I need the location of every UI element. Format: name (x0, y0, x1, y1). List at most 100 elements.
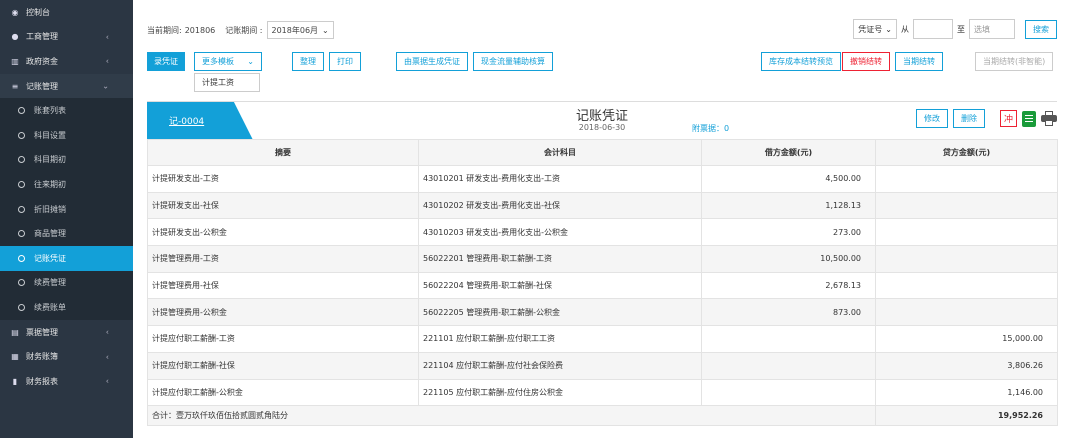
table-row: 计提研发支出-工资 43010201 研发支出-费用化支出-工资 4,500.0… (147, 165, 1058, 193)
sidebar-subitem-label: 账套列表 (34, 106, 66, 116)
sidebar-item-books[interactable]: ▦ 财务账簿 ‹ (0, 344, 133, 369)
column-header: 贷方金额(元) (875, 139, 1058, 166)
generate-from-bills-button[interactable]: 由票据生成凭证 (396, 52, 468, 71)
sidebar-subitem-goods[interactable]: 商品管理 (0, 221, 133, 246)
chevron-left-icon: ‹ (105, 327, 109, 337)
circle-icon (18, 279, 25, 287)
debit-cell: 2,678.13 (701, 271, 876, 300)
sidebar-subitem-renewal[interactable]: 续费管理 (0, 271, 133, 296)
sidebar-item-reports[interactable]: ▮ 财务报表 ‹ (0, 369, 133, 394)
sidebar-subitem-subject-opening[interactable]: 科目期初 (0, 148, 133, 173)
credit-cell (875, 245, 1058, 273)
print-button[interactable]: 打印 (329, 52, 361, 71)
account-cell: 221104 应付职工薪酬-应付社会保险费 (418, 351, 702, 380)
account-cell: 56022204 管理费用-职工薪酬-社保 (418, 271, 702, 300)
sidebar-item-label: 记账管理 (26, 81, 58, 91)
voucher-actions: 修改 删除 冲 (916, 109, 1057, 128)
summary-cell: 计提管理费用-社保 (147, 271, 419, 300)
cash-flow-assist-button[interactable]: 现金流量辅助核算 (473, 52, 553, 71)
sidebar-subitem-account-opening[interactable]: 往来期初 (0, 172, 133, 197)
circle-icon (18, 107, 25, 115)
accounting-period-value: 2018年06月 (271, 25, 319, 35)
debit-cell (701, 351, 876, 380)
credit-cell (875, 271, 1058, 300)
grid-icon: ▦ (11, 352, 19, 362)
organize-button[interactable]: 整理 (292, 52, 324, 71)
search-field-select[interactable]: 凭证号 ⌄ (853, 19, 897, 39)
period-carryover-button[interactable]: 当期结转 (895, 52, 943, 71)
period-carryover-non-smart-button[interactable]: 当期结转(非智能) (975, 52, 1054, 71)
circle-icon (18, 180, 25, 188)
chevron-down-icon: ⌄ (885, 24, 892, 34)
more-templates-button[interactable]: 更多模板 ⌄ (194, 52, 262, 71)
voucher-header: 记-0004 记账凭证 2018-06-30 附票据：0 修改 删除 冲 (147, 101, 1057, 140)
chevron-down-icon: ⌄ (102, 81, 109, 91)
sidebar-item-label: 财务报表 (26, 376, 58, 386)
sidebar-item-dashboard[interactable]: ◉ 控制台 (0, 0, 133, 25)
sidebar-subitem-label: 科目期初 (34, 155, 66, 165)
sidebar-item-label: 控制台 (26, 7, 50, 17)
circle-icon (18, 254, 25, 262)
account-cell: 56022201 管理费用-职工薪酬-工资 (418, 245, 702, 273)
bank-icon: ▥ (11, 56, 19, 66)
account-cell: 43010203 研发支出-费用化支出-公积金 (418, 218, 702, 247)
sidebar-subitem-ledger-list[interactable]: 账套列表 (0, 98, 133, 123)
printer-icon[interactable] (1041, 111, 1057, 126)
sidebar-item-business[interactable]: ● 工商管理 ‹ (0, 25, 133, 50)
total-row: 合计：壹万玖仟玖佰伍拾贰圆贰角陆分 19,952.26 (147, 405, 1058, 427)
sidebar-item-bills[interactable]: ▤ 票据管理 ‹ (0, 320, 133, 345)
summary-cell: 计提应付职工薪酬-工资 (147, 325, 419, 353)
table-row: 计提管理费用-公积金 56022205 管理费用-职工薪酬-公积金 873.00 (147, 298, 1058, 327)
edit-button[interactable]: 修改 (916, 109, 948, 128)
current-period-value: 201806 (184, 25, 216, 35)
chevron-left-icon: ‹ (105, 56, 109, 66)
bar-chart-icon: ▮ (12, 376, 18, 386)
accounting-period-label: 记账期间 : (225, 25, 263, 35)
search-to-input[interactable]: 选填 (969, 19, 1015, 39)
debit-cell (701, 325, 876, 353)
sidebar-item-bookkeeping[interactable]: ≡ 记账管理 ⌄ (0, 73, 133, 99)
voucher-attachments: 附票据：0 (692, 124, 730, 133)
sidebar-subitem-depreciation[interactable]: 折旧摊销 (0, 197, 133, 222)
table-row: 计提应付职工薪酬-社保 221104 应付职工薪酬-应付社会保险费 3,806.… (147, 351, 1058, 380)
sidebar-item-gov-funds[interactable]: ▥ 政府资金 ‹ (0, 49, 133, 74)
sidebar-subitem-subject-settings[interactable]: 科目设置 (0, 123, 133, 148)
excel-export-icon[interactable] (1022, 110, 1036, 127)
account-cell: 221101 应付职工薪酬-应付职工工资 (418, 325, 702, 353)
chevron-down-icon: ⌄ (322, 25, 329, 35)
summary-cell: 计提管理费用-工资 (147, 245, 419, 273)
reverse-icon[interactable]: 冲 (1000, 110, 1017, 127)
voucher-table: 摘要 会计科目 借方金额(元) 贷方金额(元) 计提研发支出-工资 430102… (147, 139, 1058, 427)
circle-p-icon: ● (11, 32, 19, 42)
circle-icon (18, 303, 25, 311)
inventory-cost-preview-button[interactable]: 库存成本结转预览 (761, 52, 841, 71)
card-icon: ▤ (11, 327, 19, 337)
account-cell: 43010201 研发支出-费用化支出-工资 (418, 165, 702, 193)
summary-cell: 计提研发支出-公积金 (147, 218, 419, 247)
record-voucher-button[interactable]: 录凭证 (147, 52, 185, 71)
column-header: 借方金额(元) (701, 139, 876, 166)
list-icon: ≡ (11, 81, 19, 91)
sidebar-item-label: 财务账簿 (26, 352, 58, 362)
cancel-carryover-button[interactable]: 撤销结转 (842, 52, 890, 71)
search-from-input[interactable] (913, 19, 953, 39)
sidebar-subitem-renewal-bills[interactable]: 续费账单 (0, 295, 133, 320)
sidebar: ◉ 控制台 ● 工商管理 ‹ ▥ 政府资金 ‹ ≡ 记账管理 ⌄ 账套列表 科目… (0, 0, 133, 438)
summary-cell: 计提应付职工薪酬-社保 (147, 351, 419, 380)
table-header-row: 摘要 会计科目 借方金额(元) 贷方金额(元) (147, 139, 1058, 166)
sidebar-subitem-label: 续费管理 (34, 278, 66, 288)
sidebar-subitem-vouchers[interactable]: 记账凭证 (0, 245, 133, 271)
debit-cell: 273.00 (701, 218, 876, 247)
circle-icon (18, 230, 25, 238)
templates-dropdown-item[interactable]: 计提工资 (194, 73, 260, 92)
accounting-period-select[interactable]: 2018年06月 ⌄ (266, 21, 334, 39)
credit-cell: 15,000.00 (875, 325, 1058, 353)
period-filter: 当前期间: 201806 记账期间 : 2018年06月 ⌄ (147, 21, 334, 39)
delete-button[interactable]: 删除 (953, 109, 985, 128)
sidebar-subitem-label: 折旧摊销 (34, 204, 66, 214)
column-header: 摘要 (147, 139, 419, 166)
account-cell: 221105 应付职工薪酬-应付住房公积金 (418, 378, 702, 407)
credit-cell: 3,806.26 (875, 351, 1058, 380)
search-button[interactable]: 搜索 (1025, 19, 1057, 39)
account-cell: 56022205 管理费用-职工薪酬-公积金 (418, 298, 702, 327)
